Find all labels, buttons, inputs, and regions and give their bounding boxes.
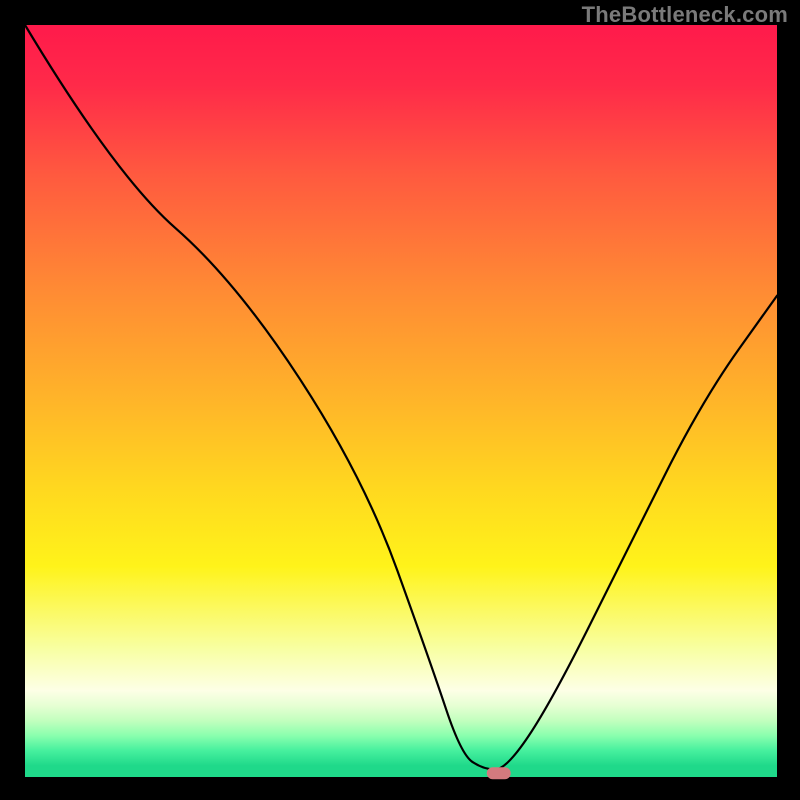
optimal-marker <box>487 767 511 779</box>
bottleneck-chart <box>0 0 800 800</box>
plot-background <box>25 25 777 777</box>
chart-frame: TheBottleneck.com <box>0 0 800 800</box>
watermark-text: TheBottleneck.com <box>582 2 788 28</box>
